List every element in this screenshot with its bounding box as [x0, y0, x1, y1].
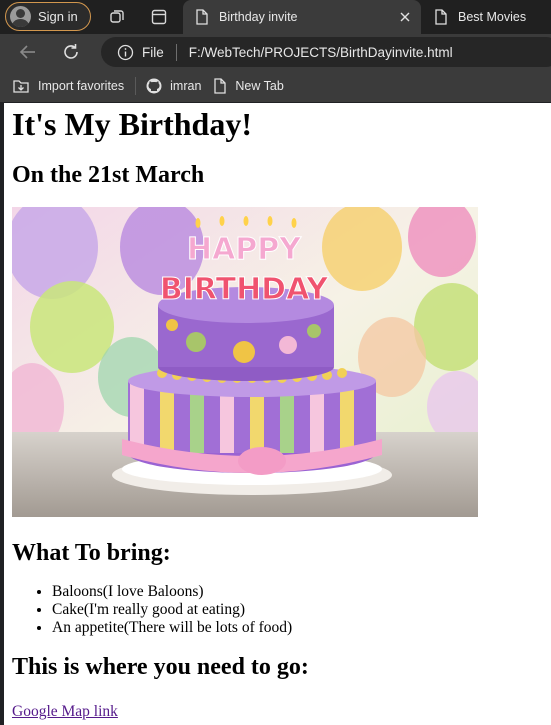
tab-actions-icon[interactable] [150, 8, 168, 26]
list-item: Baloons(I love Baloons) [52, 583, 551, 601]
favorite-imran[interactable]: imran [146, 78, 201, 94]
back-arrow-icon[interactable] [17, 41, 39, 63]
divider [135, 77, 137, 95]
document-icon [214, 78, 227, 94]
github-icon [146, 78, 162, 94]
tab-title: Birthday invite [219, 10, 298, 24]
list-item: Cake(I'm really good at eating) [52, 601, 551, 619]
avatar [10, 6, 31, 27]
divider [175, 43, 177, 61]
workspaces-icon[interactable] [108, 8, 126, 26]
tab-birthday-invite[interactable]: Birthday invite [183, 0, 421, 34]
info-icon[interactable] [117, 44, 134, 61]
favorites-bar: Import favorites imran New Tab [0, 70, 551, 102]
favorite-label: New Tab [235, 79, 284, 93]
close-tab-icon[interactable] [397, 9, 413, 25]
favorite-new-tab[interactable]: New Tab [213, 78, 284, 94]
birthday-cake-image: HAPPY BIRTHDAY [12, 207, 478, 517]
favorite-import-favorites[interactable]: Import favorites [12, 78, 124, 94]
document-icon [196, 9, 208, 25]
bring-list: Baloons(I love Baloons) Cake(I'm really … [12, 583, 551, 637]
scheme-label: File [142, 44, 164, 60]
navigation-bar: File F:/WebTech/PROJECTS/BirthDayinvite.… [0, 34, 551, 70]
import-favorites-icon [13, 80, 29, 93]
refresh-icon[interactable] [60, 41, 82, 63]
favorite-label: imran [170, 79, 202, 93]
list-item: An appetite(There will be lots of food) [52, 619, 551, 637]
location-heading: This is where you need to go: [12, 654, 309, 680]
favorite-label: Import favorites [38, 79, 125, 93]
sign-in-button[interactable]: Sign in [5, 2, 91, 31]
url-text[interactable]: F:/WebTech/PROJECTS/BirthDayinvite.html [189, 45, 453, 60]
address-bar[interactable]: File F:/WebTech/PROJECTS/BirthDayinvite.… [101, 37, 551, 67]
google-map-link[interactable]: Google Map link [12, 703, 118, 721]
tab-best-movies[interactable]: Best Movies [424, 0, 551, 34]
page-title: It's My Birthday! [12, 106, 252, 142]
what-to-bring-heading: What To bring: [12, 540, 171, 566]
tab-title: Best Movies [458, 10, 527, 24]
sign-in-label: Sign in [38, 9, 78, 24]
date-heading: On the 21st March [12, 162, 205, 188]
cake-candle-happy: HAPPY [187, 232, 302, 267]
tab-strip: Sign in Birthday invite Best Movies [0, 0, 551, 34]
page-viewport: It's My Birthday! On the 21st March HAPP… [4, 103, 551, 725]
cake-candle-birthday: BIRTHDAY [160, 272, 330, 307]
document-icon [435, 9, 447, 25]
